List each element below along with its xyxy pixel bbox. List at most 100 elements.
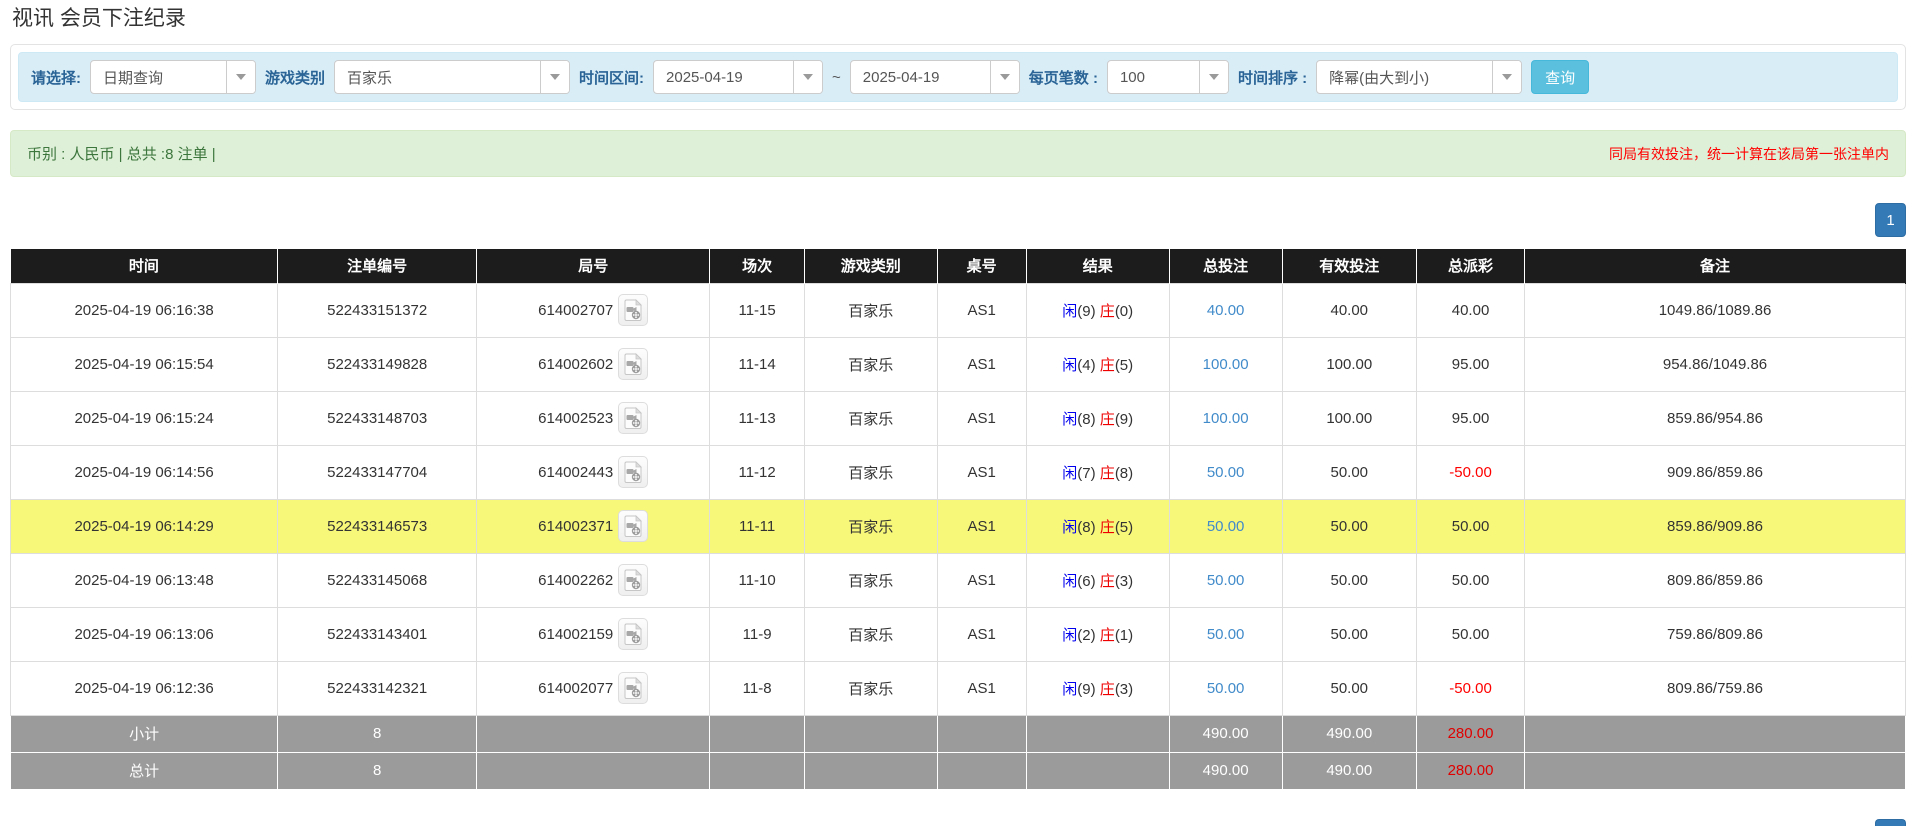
cell-session: 11-11 [710, 499, 805, 553]
cell-note: 859.86/954.86 [1525, 391, 1906, 445]
cell-total-bet: 100.00 [1169, 391, 1282, 445]
cell-valid-bet: 100.00 [1282, 391, 1417, 445]
table-row[interactable]: 2025-04-19 06:14:56 522433147704 6140024… [11, 445, 1906, 499]
cell-round: 614002159 [477, 607, 710, 661]
column-header: 注单编号 [278, 249, 477, 283]
video-file-icon [623, 299, 643, 321]
cell-table-no: AS1 [937, 553, 1026, 607]
cell-round: 614002602 [477, 337, 710, 391]
total-bet-link[interactable]: 50.00 [1207, 626, 1245, 643]
footer-total-bet: 490.00 [1169, 715, 1282, 752]
cell-table-no: AS1 [937, 391, 1026, 445]
cell-time: 2025-04-19 06:15:54 [11, 337, 278, 391]
page-size-label: 每页笔数 : [1029, 67, 1098, 88]
video-replay-button[interactable] [618, 402, 648, 434]
cell-valid-bet: 40.00 [1282, 283, 1417, 337]
cell-table-no: AS1 [937, 607, 1026, 661]
date-to-select[interactable]: 2025-04-19 [850, 60, 1020, 94]
cell-valid-bet: 100.00 [1282, 337, 1417, 391]
cell-time: 2025-04-19 06:15:24 [11, 391, 278, 445]
video-file-icon [623, 407, 643, 429]
cell-session: 11-10 [710, 553, 805, 607]
cell-payout: 95.00 [1417, 391, 1525, 445]
pagination-bottom-partial[interactable] [1875, 819, 1906, 826]
cell-time: 2025-04-19 06:13:48 [11, 553, 278, 607]
round-number: 614002523 [538, 410, 613, 427]
game-type-select[interactable]: 百家乐 [334, 60, 570, 94]
cell-total-bet: 40.00 [1169, 283, 1282, 337]
cell-round: 614002523 [477, 391, 710, 445]
cell-time: 2025-04-19 06:12:36 [11, 661, 278, 715]
cell-time: 2025-04-19 06:14:56 [11, 445, 278, 499]
table-row[interactable]: 2025-04-19 06:14:29 522433146573 6140023… [11, 499, 1906, 553]
video-replay-button[interactable] [618, 672, 648, 704]
table-row[interactable]: 2025-04-19 06:15:24 522433148703 6140025… [11, 391, 1906, 445]
total-bet-link[interactable]: 100.00 [1203, 356, 1249, 373]
cell-table-no: AS1 [937, 445, 1026, 499]
video-file-icon [623, 461, 643, 483]
page-size-select[interactable]: 100 [1107, 60, 1229, 94]
cell-payout: 95.00 [1417, 337, 1525, 391]
cell-bet-id: 522433142321 [278, 661, 477, 715]
cell-payout: 50.00 [1417, 499, 1525, 553]
cell-total-bet: 50.00 [1169, 499, 1282, 553]
cell-game-type: 百家乐 [804, 499, 937, 553]
table-row[interactable]: 2025-04-19 06:16:38 522433151372 6140027… [11, 283, 1906, 337]
table-row[interactable]: 2025-04-19 06:13:06 522433143401 6140021… [11, 607, 1906, 661]
table-header-row: 时间注单编号局号场次游戏类别桌号结果总投注有效投注总派彩备注 [11, 249, 1906, 283]
video-replay-button[interactable] [618, 456, 648, 488]
video-file-icon [623, 623, 643, 645]
table-row[interactable]: 2025-04-19 06:13:48 522433145068 6140022… [11, 553, 1906, 607]
cell-round: 614002371 [477, 499, 710, 553]
cell-total-bet: 100.00 [1169, 337, 1282, 391]
cell-time: 2025-04-19 06:16:38 [11, 283, 278, 337]
video-replay-button[interactable] [618, 564, 648, 596]
cell-result: 闲(9) 庄(0) [1026, 283, 1169, 337]
cell-total-bet: 50.00 [1169, 445, 1282, 499]
query-type-select[interactable]: 日期查询 [90, 60, 256, 94]
cell-game-type: 百家乐 [804, 283, 937, 337]
cell-note: 1049.86/1089.86 [1525, 283, 1906, 337]
table-row[interactable]: 2025-04-19 06:12:36 522433142321 6140020… [11, 661, 1906, 715]
round-number: 614002371 [538, 518, 613, 535]
chevron-down-icon [1199, 61, 1228, 93]
range-separator: ~ [832, 69, 841, 86]
filter-bar: 请选择: 日期查询 游戏类别 百家乐 时间区间: 2025-04-19 ~ 20… [18, 52, 1898, 102]
cell-result: 闲(9) 庄(3) [1026, 661, 1169, 715]
column-header: 局号 [477, 249, 710, 283]
total-bet-link[interactable]: 40.00 [1207, 302, 1245, 319]
video-replay-button[interactable] [618, 510, 648, 542]
date-from-select[interactable]: 2025-04-19 [653, 60, 823, 94]
cell-bet-id: 522433151372 [278, 283, 477, 337]
cell-session: 11-8 [710, 661, 805, 715]
cell-payout: 50.00 [1417, 607, 1525, 661]
sort-select[interactable]: 降幂(由大到小) [1316, 60, 1522, 94]
video-file-icon [623, 353, 643, 375]
table-body: 2025-04-19 06:16:38 522433151372 6140027… [11, 283, 1906, 715]
table-row[interactable]: 2025-04-19 06:15:54 522433149828 6140026… [11, 337, 1906, 391]
cell-valid-bet: 50.00 [1282, 445, 1417, 499]
cell-total-bet: 50.00 [1169, 661, 1282, 715]
footer-valid-bet: 490.00 [1282, 752, 1417, 789]
footer-total-bet: 490.00 [1169, 752, 1282, 789]
cell-valid-bet: 50.00 [1282, 661, 1417, 715]
page-1-button[interactable]: 1 [1875, 203, 1906, 237]
video-replay-button[interactable] [618, 294, 648, 326]
video-file-icon [623, 677, 643, 699]
video-replay-button[interactable] [618, 348, 648, 380]
cell-valid-bet: 50.00 [1282, 499, 1417, 553]
video-file-icon [623, 515, 643, 537]
footer-label: 小计 [11, 715, 278, 752]
total-bet-link[interactable]: 50.00 [1207, 518, 1245, 535]
total-bet-link[interactable]: 50.00 [1207, 464, 1245, 481]
cell-bet-id: 522433147704 [278, 445, 477, 499]
cell-valid-bet: 50.00 [1282, 607, 1417, 661]
total-bet-link[interactable]: 50.00 [1207, 680, 1245, 697]
column-header: 总派彩 [1417, 249, 1525, 283]
video-replay-button[interactable] [618, 618, 648, 650]
total-bet-link[interactable]: 100.00 [1203, 410, 1249, 427]
summary-bar: 币别 : 人民币 | 总共 :8 注单 | 同局有效投注，统一计算在该局第一张注… [10, 130, 1906, 177]
search-button[interactable]: 查询 [1531, 60, 1589, 94]
cell-result: 闲(2) 庄(1) [1026, 607, 1169, 661]
total-bet-link[interactable]: 50.00 [1207, 572, 1245, 589]
